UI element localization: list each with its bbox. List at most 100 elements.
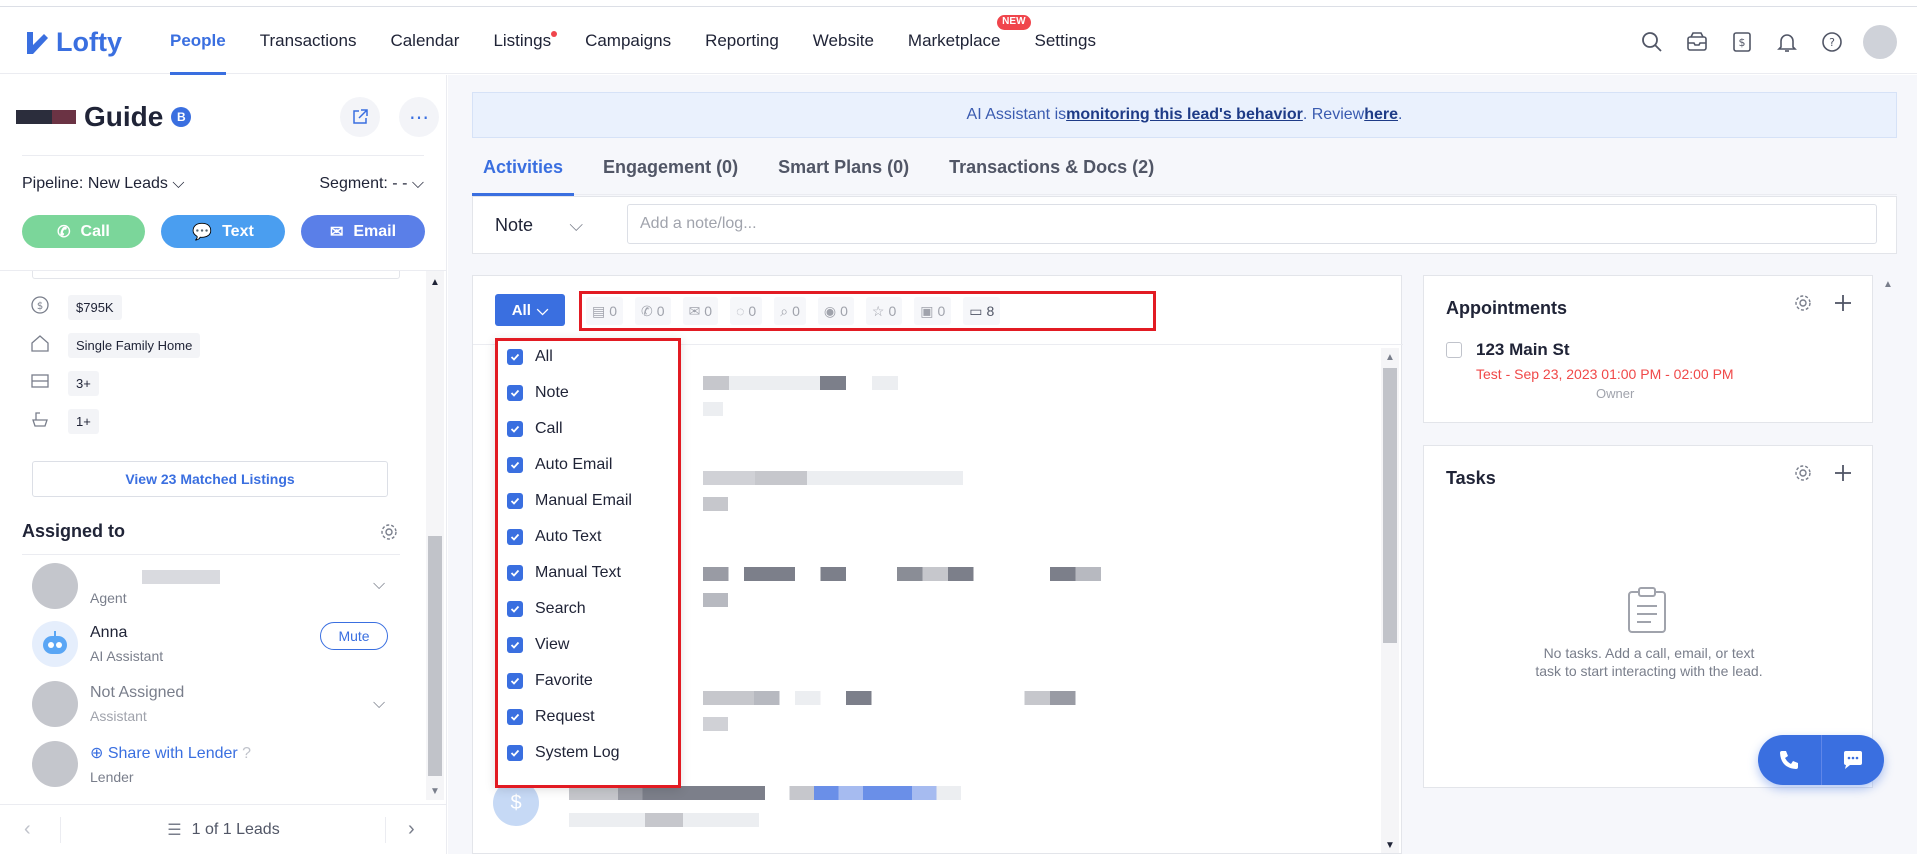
- filter-email[interactable]: ✉ 0: [682, 297, 719, 325]
- nav-reporting[interactable]: Reporting: [705, 7, 779, 75]
- scroll-down-icon[interactable]: ▼: [1385, 840, 1395, 851]
- phone-icon: [1780, 751, 1799, 769]
- tab-smart-plans[interactable]: Smart Plans (0): [767, 150, 920, 195]
- share-button[interactable]: [340, 97, 380, 137]
- share-with-lender-link[interactable]: ⊕ Share with Lender ?: [90, 743, 251, 763]
- dropdown-item-request[interactable]: Request: [507, 708, 595, 726]
- filter-note[interactable]: ▤ 0: [586, 297, 624, 325]
- tab-transactions-docs[interactable]: Transactions & Docs (2): [938, 150, 1165, 195]
- logo[interactable]: Lofty: [24, 27, 122, 58]
- checkbox-checked-icon[interactable]: [507, 601, 523, 617]
- dropdown-item-favorite[interactable]: Favorite: [507, 672, 593, 690]
- scroll-up-icon[interactable]: ▲: [430, 277, 440, 288]
- plus-icon[interactable]: [1834, 294, 1852, 317]
- text-button[interactable]: 💬 Text: [161, 215, 285, 248]
- dropdown-item-auto-email[interactable]: Auto Email: [507, 456, 612, 474]
- dropdown-item-manual-text[interactable]: Manual Text: [507, 564, 621, 582]
- chevron-down-icon: ⌵: [569, 214, 583, 235]
- dropdown-item-note[interactable]: Note: [507, 384, 569, 402]
- inbox-icon[interactable]: [1683, 28, 1711, 56]
- nav-listings[interactable]: Listings: [493, 7, 558, 75]
- monitoring-link[interactable]: monitoring this lead's behavior: [1066, 106, 1303, 124]
- review-here-link[interactable]: here: [1364, 106, 1398, 124]
- tab-activities[interactable]: Activities: [472, 150, 575, 196]
- filter-call[interactable]: ✆ 0: [635, 297, 671, 325]
- help-icon[interactable]: ?: [1818, 28, 1846, 56]
- filter-system-log[interactable]: ▭ 8: [963, 297, 1001, 325]
- pipeline-select[interactable]: Pipeline: New Leads ⌵: [22, 175, 184, 193]
- nav-settings[interactable]: Settings: [1035, 7, 1096, 75]
- nav-people[interactable]: People: [170, 7, 226, 75]
- tasks-empty-message: No tasks. Add a call, email, or text tas…: [1535, 645, 1763, 679]
- dropdown-item-view[interactable]: View: [507, 636, 569, 654]
- assigned-gear-icon[interactable]: [380, 523, 398, 546]
- user-avatar[interactable]: [1863, 25, 1897, 59]
- dropdown-item-label: Request: [535, 708, 595, 725]
- scroll-down-icon[interactable]: ▼: [430, 786, 440, 797]
- assistant-role: Assistant: [90, 708, 147, 724]
- plus-icon[interactable]: [1834, 464, 1852, 487]
- chevron-right-icon[interactable]: ›: [408, 818, 415, 841]
- checkbox-checked-icon[interactable]: [507, 421, 523, 437]
- chevron-down-icon[interactable]: ⌵: [373, 695, 385, 713]
- segment-select[interactable]: Segment: - - ⌵: [319, 175, 424, 193]
- filter-search[interactable]: ⌕ 0: [774, 297, 806, 325]
- note-input[interactable]: Add a note/log...: [627, 204, 1877, 244]
- scrollbar-thumb[interactable]: [428, 536, 442, 776]
- filter-text[interactable]: ◌ 0: [730, 297, 763, 325]
- dropdown-item-auto-text[interactable]: Auto Text: [507, 528, 601, 546]
- appointment-checkbox[interactable]: [1446, 342, 1462, 358]
- checkbox-checked-icon[interactable]: [507, 565, 523, 581]
- chevron-down-icon[interactable]: ⌵: [373, 576, 385, 594]
- scroll-up-icon[interactable]: ▲: [1385, 352, 1395, 363]
- dropdown-item-label: Favorite: [535, 672, 593, 689]
- nav-campaigns[interactable]: Campaigns: [585, 7, 671, 75]
- nav-transactions[interactable]: Transactions: [260, 7, 357, 75]
- checkbox-checked-icon[interactable]: [507, 673, 523, 689]
- checkbox-checked-icon[interactable]: [507, 457, 523, 473]
- nav-website[interactable]: Website: [813, 7, 874, 75]
- lead-info-scroll[interactable]: $ $795K Single Family Home 3+ 1+ View 23…: [0, 270, 447, 800]
- scroll-up-icon[interactable]: ▲: [1883, 279, 1893, 290]
- nav-calendar[interactable]: Calendar: [390, 7, 459, 75]
- dropdown-item-all[interactable]: All: [507, 348, 553, 366]
- checkbox-checked-icon[interactable]: [507, 745, 523, 761]
- gear-icon[interactable]: [1794, 294, 1812, 317]
- dollar-icon[interactable]: $: [1728, 28, 1756, 56]
- call-button[interactable]: ✆ Call: [22, 215, 145, 248]
- dropdown-item-call[interactable]: Call: [507, 420, 563, 438]
- gear-icon[interactable]: [1794, 464, 1812, 487]
- nav-marketplace[interactable]: Marketplace NEW: [908, 7, 1031, 75]
- dropdown-item-search[interactable]: Search: [507, 600, 586, 618]
- activity-scrollbar[interactable]: ▲ ▼: [1381, 348, 1399, 853]
- chevron-left-icon[interactable]: ‹: [24, 818, 31, 841]
- filter-view[interactable]: ◉ 0: [817, 297, 854, 325]
- float-chat-button[interactable]: [1821, 735, 1884, 785]
- note-type-select[interactable]: Note ⌵: [473, 215, 603, 236]
- scrollbar-thumb[interactable]: [1383, 368, 1397, 643]
- bell-icon[interactable]: [1773, 28, 1801, 56]
- mute-button[interactable]: Mute: [320, 622, 388, 650]
- checkbox-checked-icon[interactable]: [507, 529, 523, 545]
- tab-engagement[interactable]: Engagement (0): [592, 150, 749, 195]
- name-redacted: [16, 110, 76, 124]
- checkbox-checked-icon[interactable]: [507, 493, 523, 509]
- chevron-down-icon: ⌵: [172, 174, 185, 192]
- email-button[interactable]: ✉ Email: [301, 215, 425, 248]
- dropdown-item-manual-email[interactable]: Manual Email: [507, 492, 632, 510]
- baths-row: 1+: [30, 409, 99, 434]
- float-call-button[interactable]: [1758, 735, 1821, 785]
- checkbox-checked-icon[interactable]: [507, 385, 523, 401]
- filter-all-button[interactable]: All ⌵: [495, 294, 565, 326]
- scrollbar[interactable]: ▲ ▼: [426, 271, 444, 800]
- more-button[interactable]: ⋯: [399, 97, 439, 137]
- checkbox-checked-icon[interactable]: [507, 709, 523, 725]
- checkbox-checked-icon[interactable]: [507, 637, 523, 653]
- dropdown-item-system-log[interactable]: System Log: [507, 744, 619, 762]
- search-icon[interactable]: [1638, 28, 1666, 56]
- filter-request[interactable]: ▣ 0: [914, 297, 952, 325]
- filter-favorite[interactable]: ☆ 0: [865, 297, 903, 325]
- view-matched-listings-button[interactable]: View 23 Matched Listings: [32, 461, 388, 497]
- lofty-logo-icon: [27, 31, 48, 54]
- checkbox-checked-icon[interactable]: [507, 349, 523, 365]
